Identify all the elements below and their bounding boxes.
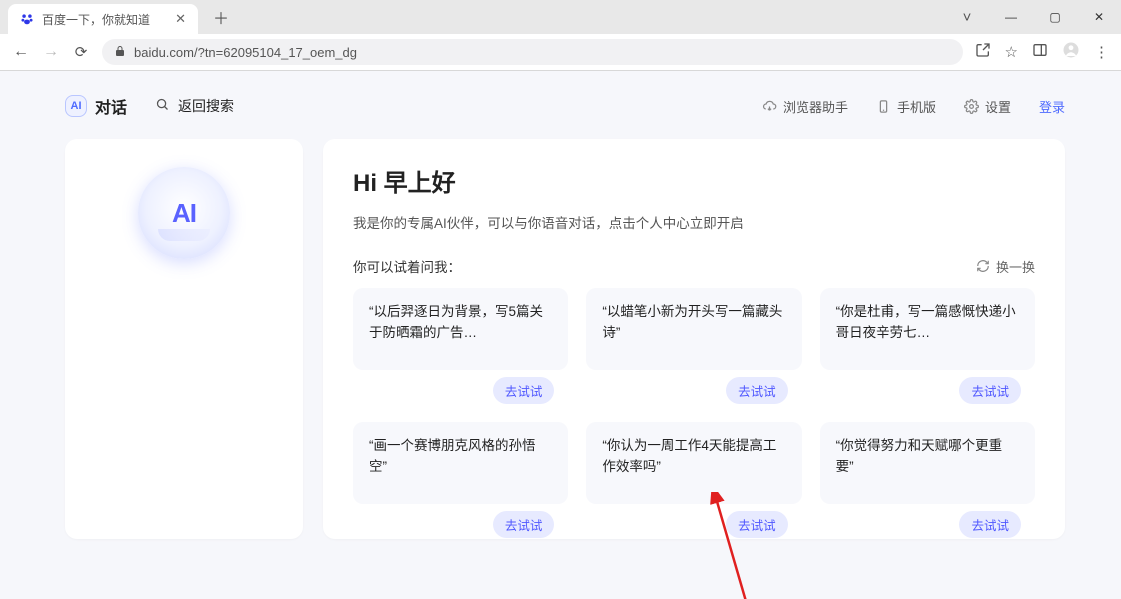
prompt-card[interactable]: “以后羿逐日为背景，写5篇关于防晒霜的广告…去试试	[353, 288, 568, 370]
settings-link[interactable]: 设置	[964, 97, 1011, 116]
ai-logo: AI	[138, 167, 230, 259]
prompt-text: “你认为一周工作4天能提高工作效率吗”	[602, 436, 785, 478]
prompt-grid: “以后羿逐日为背景，写5篇关于防晒霜的广告…去试试“以蜡笔小新为开头写一篇藏头诗…	[353, 288, 1035, 504]
try-it-button[interactable]: 去试试	[493, 511, 555, 538]
toolbar-right: ☆ ⋮	[975, 41, 1109, 63]
try-row: 你可以试着问我： 换一换	[353, 256, 1035, 276]
url-text: baidu.com/?tn=62095104_17_oem_dg	[134, 45, 357, 60]
kebab-menu-icon[interactable]: ⋮	[1094, 43, 1109, 61]
side-panel-icon[interactable]	[1032, 42, 1048, 62]
tab-overflow-icon[interactable]: ˅	[945, 0, 989, 34]
tab-strip: 百度一下，你就知道 ✕ ＋ ˅ — ▢ ✕	[0, 0, 1121, 34]
prompt-text: “以后羿逐日为背景，写5篇关于防晒霜的广告…	[369, 302, 552, 344]
baidu-paw-icon	[20, 12, 34, 26]
login-link[interactable]: 登录	[1039, 97, 1065, 116]
lock-icon	[114, 45, 126, 60]
prompt-card[interactable]: “你认为一周工作4天能提高工作效率吗”去试试	[586, 422, 801, 504]
content-row: AI Hi 早上好 我是你的专属AI伙伴，可以与你语音对话，点击个人中心立即开启…	[65, 139, 1121, 539]
prompt-card[interactable]: “你是杜甫，写一篇感慨快递小哥日夜辛劳七…去试试	[820, 288, 1035, 370]
nav-forward-button[interactable]: →	[42, 43, 60, 61]
try-label: 你可以试着问我：	[353, 256, 461, 276]
cloud-download-icon	[762, 99, 777, 114]
tab-close-icon[interactable]: ✕	[175, 11, 186, 27]
settings-label: 设置	[985, 97, 1011, 116]
refresh-icon	[976, 259, 990, 273]
ai-logo-text: AI	[172, 198, 196, 229]
browser-helper-label: 浏览器助手	[783, 97, 848, 116]
prompt-text: “以蜡笔小新为开头写一篇藏头诗”	[602, 302, 785, 344]
tab-title: 百度一下，你就知道	[42, 11, 150, 28]
nav-back-button[interactable]: ←	[12, 43, 30, 61]
sidebar-card: AI	[65, 139, 303, 539]
prompt-text: “你觉得努力和天赋哪个更重要”	[836, 436, 1019, 478]
try-it-button[interactable]: 去试试	[726, 511, 788, 538]
window-maximize-button[interactable]: ▢	[1033, 0, 1077, 34]
brand-label: 对话	[95, 94, 127, 118]
gear-icon	[964, 99, 979, 114]
page-top-bar: AI 对话 返回搜索 浏览器助手 手机版	[65, 83, 1121, 129]
prompt-card[interactable]: “以蜡笔小新为开头写一篇藏头诗”去试试	[586, 288, 801, 370]
main-card: Hi 早上好 我是你的专属AI伙伴，可以与你语音对话，点击个人中心立即开启 你可…	[323, 139, 1065, 539]
profile-icon[interactable]	[1062, 41, 1080, 63]
new-tab-button[interactable]: ＋	[208, 5, 234, 29]
refresh-label: 换一换	[996, 257, 1035, 276]
page: AI 对话 返回搜索 浏览器助手 手机版	[0, 71, 1121, 599]
try-it-button[interactable]: 去试试	[726, 377, 788, 404]
share-icon[interactable]	[975, 42, 991, 62]
top-right-links: 浏览器助手 手机版 设置 登录	[762, 97, 1121, 116]
window-close-button[interactable]: ✕	[1077, 0, 1121, 34]
prompt-text: “你是杜甫，写一篇感慨快递小哥日夜辛劳七…	[836, 302, 1019, 344]
refresh-prompts-button[interactable]: 换一换	[976, 257, 1035, 276]
browser-chrome: 百度一下，你就知道 ✕ ＋ ˅ — ▢ ✕ ← → ⟳ baidu.com/?t…	[0, 0, 1121, 71]
phone-icon	[876, 99, 891, 114]
try-it-button[interactable]: 去试试	[959, 511, 1021, 538]
subtitle: 我是你的专属AI伙伴，可以与你语音对话，点击个人中心立即开启	[353, 212, 1035, 232]
try-it-button[interactable]: 去试试	[493, 377, 555, 404]
try-it-button[interactable]: 去试试	[959, 377, 1021, 404]
ai-badge-icon: AI	[65, 95, 87, 117]
address-bar: ← → ⟳ baidu.com/?tn=62095104_17_oem_dg ☆…	[0, 34, 1121, 70]
prompt-card[interactable]: “画一个赛博朋克风格的孙悟空”去试试	[353, 422, 568, 504]
mobile-version-link[interactable]: 手机版	[876, 97, 936, 116]
mobile-version-label: 手机版	[897, 97, 936, 116]
back-to-search-button[interactable]: 返回搜索	[155, 96, 234, 116]
prompt-text: “画一个赛博朋克风格的孙悟空”	[369, 436, 552, 478]
bookmark-star-icon[interactable]: ☆	[1005, 43, 1018, 61]
brand[interactable]: AI 对话	[65, 94, 127, 118]
browser-helper-link[interactable]: 浏览器助手	[762, 97, 848, 116]
back-to-search-label: 返回搜索	[178, 96, 234, 116]
nav-reload-button[interactable]: ⟳	[72, 43, 90, 61]
window-minimize-button[interactable]: —	[989, 0, 1033, 34]
url-input[interactable]: baidu.com/?tn=62095104_17_oem_dg	[102, 39, 963, 65]
browser-tab[interactable]: 百度一下，你就知道 ✕	[8, 4, 198, 34]
search-icon	[155, 97, 170, 116]
greeting: Hi 早上好	[353, 163, 1035, 198]
prompt-card[interactable]: “你觉得努力和天赋哪个更重要”去试试	[820, 422, 1035, 504]
window-controls: ˅ — ▢ ✕	[945, 0, 1121, 34]
